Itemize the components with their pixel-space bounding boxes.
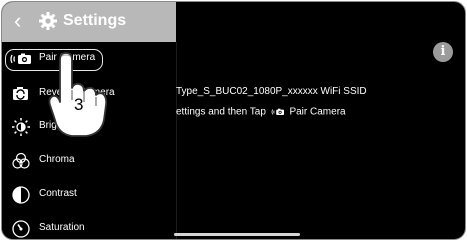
pointing-hand-icon: 3 bbox=[48, 52, 108, 137]
saturation-icon bbox=[12, 220, 30, 238]
brightness-icon bbox=[12, 118, 30, 136]
wifi-ssid-instruction: Type_S_BUC02_1080P_xxxxxx WiFi SSID bbox=[176, 86, 367, 97]
menu-item-chroma[interactable]: Chroma bbox=[2, 146, 176, 176]
chevron-left-icon[interactable]: ‹ bbox=[14, 10, 21, 32]
menu-item-saturation[interactable]: Saturation bbox=[2, 214, 176, 239]
menu-label: Contrast bbox=[39, 188, 77, 199]
menu-item-contrast[interactable]: Contrast bbox=[2, 180, 176, 210]
home-indicator[interactable] bbox=[174, 233, 300, 236]
step-number: 3 bbox=[74, 95, 83, 114]
app-screen: ‹ Settings Pair Camera Reverse Camera Ch… bbox=[1, 1, 466, 240]
chroma-icon bbox=[12, 152, 30, 169]
gear-icon bbox=[39, 12, 57, 30]
pair-instruction-target: Pair Camera bbox=[289, 106, 346, 118]
contrast-icon bbox=[12, 186, 30, 204]
reverse-camera-icon bbox=[13, 87, 28, 100]
settings-header: ‹ Settings bbox=[2, 2, 176, 42]
menu-label: Chroma bbox=[39, 154, 75, 165]
pair-instruction-text: ettings and then Tap bbox=[176, 106, 266, 118]
menu-label: Saturation bbox=[39, 222, 85, 233]
info-icon[interactable]: i bbox=[433, 42, 453, 62]
pair-camera-icon bbox=[271, 108, 284, 115]
pair-instruction: ettings and then Tap Pair Camera bbox=[176, 106, 346, 118]
page-title: Settings bbox=[63, 12, 127, 29]
